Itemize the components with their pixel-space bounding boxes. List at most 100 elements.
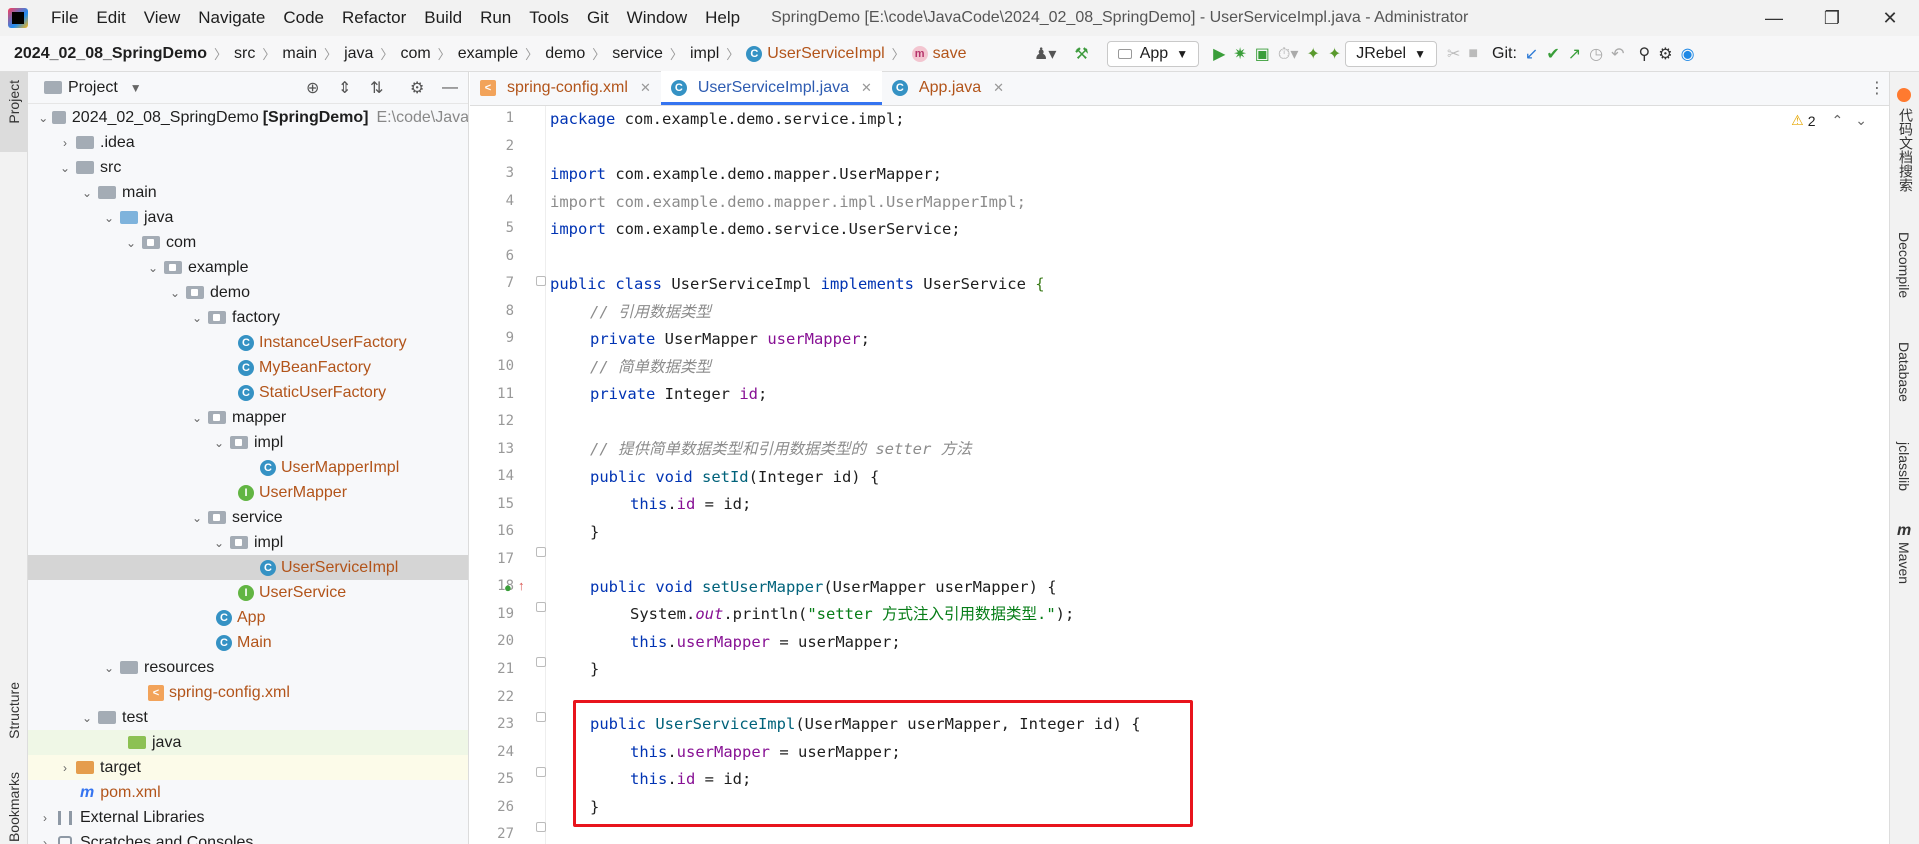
tree-item-example[interactable]: ⌄ example [28,255,468,280]
rollback-icon[interactable]: ↶ [1611,41,1624,67]
git-commit-icon[interactable]: ✔ [1546,41,1559,67]
tree-item-scratches[interactable]: › Scratches and Consoles [28,830,468,844]
breadcrumb-method[interactable]: save [933,45,967,63]
expand-all-icon[interactable]: ⇕ [338,78,351,98]
menu-view[interactable]: View [135,0,190,36]
tree-item-factory[interactable]: ⌄ factory [28,305,468,330]
breadcrumb-java[interactable]: java [344,45,373,63]
project-tool-label[interactable]: Project [6,80,22,124]
breadcrumb-com[interactable]: com [400,45,430,63]
breadcrumb-main[interactable]: main [282,45,317,63]
maven-tool-label[interactable]: Maven [1896,542,1912,584]
menu-file[interactable]: File [42,0,87,36]
tree-item-test[interactable]: ⌄ test [28,705,468,730]
profiler-icon[interactable]: ⏱▾ [1278,41,1299,67]
chevron-down-icon[interactable]: ▼ [130,81,142,95]
restore-icon[interactable]: ❐ [1803,0,1861,36]
menu-help[interactable]: Help [696,0,749,36]
close-tab-icon[interactable]: ✕ [993,80,1004,96]
implementing-method-icon[interactable]: ● [504,580,512,595]
minimize-icon[interactable]: — [1745,0,1803,36]
stop-icon[interactable]: ■ [1468,41,1478,67]
breadcrumb-project[interactable]: 2024_02_08_SpringDemo [14,45,207,63]
tree-item-demo[interactable]: ⌄ demo [28,280,468,305]
tree-item-service[interactable]: ⌄ service [28,505,468,530]
decompile-tool-label[interactable]: Decompile [1896,232,1912,298]
chevron-down-icon[interactable]: ⌄ [168,286,182,300]
collapse-all-icon[interactable]: ⇅ [370,78,383,98]
tree-item-service-impl[interactable]: ⌄ impl [28,530,468,555]
menu-tools[interactable]: Tools [520,0,578,36]
tree-item-app[interactable]: C App [28,605,468,630]
fold-marker-icon[interactable] [536,547,546,557]
chevron-down-icon[interactable]: ⌄ [190,411,204,425]
tree-item-main-class[interactable]: C Main [28,630,468,655]
tree-item-external-libraries[interactable]: › External Libraries [28,805,468,830]
attach-icon[interactable]: ✂ [1447,41,1460,67]
tree-item-com[interactable]: ⌄ com [28,230,468,255]
tree-item-userserviceimpl-selected[interactable]: C UserServiceImpl [28,555,468,580]
coverage-icon[interactable]: ▣ [1255,41,1270,67]
run-config-select[interactable]: App ▼ [1106,41,1200,67]
tree-item-userservice[interactable]: I UserService [28,580,468,605]
close-tab-icon[interactable]: ✕ [861,80,872,96]
fold-marker-icon[interactable] [536,822,546,832]
structure-tool-label[interactable]: Structure [6,682,22,739]
tree-item-resources[interactable]: ⌄ resources [28,655,468,680]
tree-item-mybeanfactory[interactable]: C MyBeanFactory [28,355,468,380]
tree-item-staticuserfactory[interactable]: C StaticUserFactory [28,380,468,405]
menu-build[interactable]: Build [415,0,471,36]
tree-item-root[interactable]: ⌄ 2024_02_08_SpringDemo [SpringDemo] E:\… [28,105,468,130]
tab-spring-config[interactable]: < spring-config.xml ✕ [470,71,661,105]
menu-run[interactable]: Run [471,0,520,36]
jclasslib-tool-label[interactable]: jclasslib [1896,442,1912,491]
chevron-down-icon[interactable]: ⌄ [146,261,160,275]
tree-item-mapper-impl[interactable]: ⌄ impl [28,430,468,455]
jrebel-debug-icon[interactable]: ✦ [1328,41,1341,67]
gear-icon[interactable]: ⚙ [410,78,424,98]
git-update-icon[interactable]: ↙ [1525,41,1538,67]
breadcrumb-impl[interactable]: impl [690,45,719,63]
settings-gear-icon[interactable]: ⚙ [1658,41,1672,67]
chevron-right-icon[interactable]: › [38,811,52,825]
tree-item-test-java[interactable]: java [28,730,468,755]
plugin-icon[interactable]: ◉ [1681,41,1695,67]
chevron-right-icon[interactable]: › [58,761,72,775]
fold-marker-icon[interactable] [536,602,546,612]
user-icon[interactable]: ♟▾ [1034,41,1056,67]
chevron-down-icon[interactable]: ⌄ [38,111,48,125]
tree-item-usermapper[interactable]: I UserMapper [28,480,468,505]
menu-navigate[interactable]: Navigate [189,0,274,36]
chevron-down-icon[interactable]: ⌄ [212,536,226,550]
hide-icon[interactable]: — [442,79,458,97]
breadcrumb-src[interactable]: src [234,45,255,63]
close-tab-icon[interactable]: ✕ [640,80,651,96]
chevron-down-icon[interactable]: ⌄ [80,711,94,725]
chevron-down-icon[interactable]: ⌄ [190,311,204,325]
tree-item-main[interactable]: ⌄ main [28,180,468,205]
chevron-down-icon[interactable]: ⌄ [212,436,226,450]
tree-item-java[interactable]: ⌄ java [28,205,468,230]
menu-git[interactable]: Git [578,0,618,36]
doc-search-tool-label[interactable]: 代码文档搜索 [1896,108,1916,192]
menu-refactor[interactable]: Refactor [333,0,415,36]
breadcrumb-service[interactable]: service [612,45,663,63]
fold-marker-icon[interactable] [536,657,546,667]
more-tabs-icon[interactable]: ⋮ [1869,78,1885,98]
tree-item-instanceuserfactory[interactable]: C InstanceUserFactory [28,330,468,355]
git-push-icon[interactable]: ↗ [1568,41,1581,67]
breadcrumb-example[interactable]: example [458,45,518,63]
locate-icon[interactable]: ⊕ [306,78,319,98]
fold-marker-icon[interactable] [536,767,546,777]
bookmarks-tool-label[interactable]: Bookmarks [6,772,22,842]
tree-item-spring-config[interactable]: < spring-config.xml [28,680,468,705]
tree-item-target[interactable]: › target [28,755,468,780]
project-view-title[interactable]: Project [68,79,118,97]
menu-edit[interactable]: Edit [87,0,134,36]
chevron-right-icon[interactable]: › [38,836,52,844]
tree-item-pom[interactable]: m pom.xml [28,780,468,805]
chevron-down-icon[interactable]: ⌄ [124,236,138,250]
build-hammer-icon[interactable]: ⚒ [1074,41,1088,67]
breadcrumb-class[interactable]: UserServiceImpl [767,45,884,63]
jrebel-run-icon[interactable]: ✦ [1306,41,1319,67]
